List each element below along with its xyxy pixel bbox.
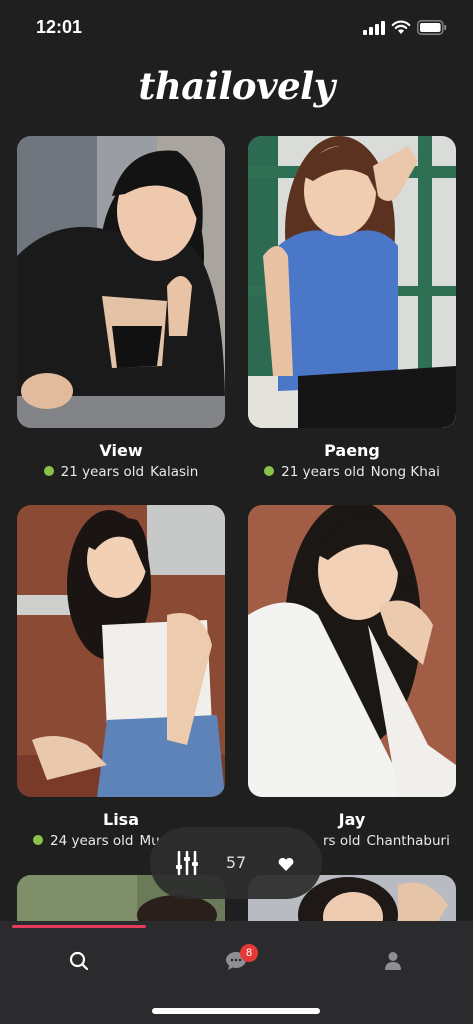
profile-card[interactable]: Jay rs old Chanthaburi (248, 505, 456, 849)
profile-city: Chanthaburi (366, 833, 450, 849)
profile-age: rs old (323, 833, 361, 849)
profile-age: 21 years old (60, 464, 145, 480)
match-count: 57 (225, 853, 247, 872)
battery-icon (417, 20, 447, 35)
profile-meta: 21 years old Kalasin (17, 464, 225, 480)
heart-icon[interactable] (278, 858, 294, 871)
profile-photo[interactable] (17, 505, 225, 797)
profile-name: View (99, 441, 143, 460)
home-indicator (152, 1008, 320, 1014)
profile-photo[interactable] (17, 136, 225, 428)
photo-woman-black-cardigan (17, 136, 225, 428)
status-time: 12:01 (36, 17, 83, 37)
profile-meta: 21 years old Nong Khai (248, 464, 456, 480)
wifi-icon (391, 20, 411, 34)
signal-icon (363, 20, 385, 35)
online-status-dot (43, 466, 54, 476)
tab-search[interactable] (69, 951, 89, 975)
profile-age: 24 years old (50, 833, 134, 849)
profile-photo[interactable] (248, 136, 456, 428)
tab-profile[interactable] (384, 951, 402, 975)
photo-woman-blue-top (248, 136, 456, 428)
profile-city: Kalasin (150, 464, 199, 480)
photo-woman-white-shirt (248, 505, 456, 797)
profile-age: 21 years old (281, 464, 365, 480)
profile-city: Nong Khai (370, 464, 440, 480)
search-icon[interactable] (69, 951, 89, 971)
message-count-badge: 8 (240, 944, 258, 962)
profile-name: Paeng (324, 441, 380, 460)
online-status-dot (264, 466, 275, 476)
person-icon[interactable] (384, 951, 402, 971)
app-logo: thailovely (138, 64, 335, 108)
filter-pill[interactable]: 57 (150, 827, 322, 899)
profile-card[interactable]: View 21 years old Kalasin (17, 136, 225, 480)
online-status-dot (33, 835, 43, 845)
status-icons (363, 20, 447, 35)
status-bar: 12:01 (0, 0, 473, 56)
photo-woman-white-camisole (17, 505, 225, 797)
profile-card[interactable]: Lisa 24 years old Mu (17, 505, 225, 849)
profile-photo[interactable] (248, 505, 456, 797)
profile-card[interactable]: Paeng 21 years old Nong Khai (248, 136, 456, 480)
active-tab-indicator (12, 925, 146, 928)
